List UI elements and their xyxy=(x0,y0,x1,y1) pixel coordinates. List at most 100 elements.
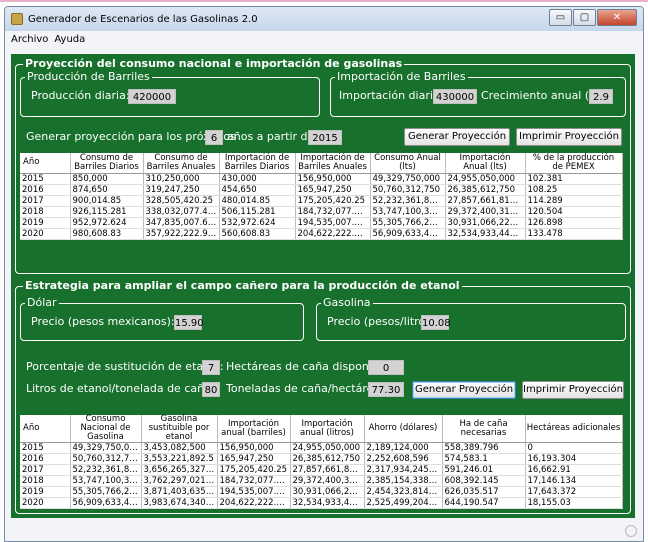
crecimiento-anual-input[interactable]: 2.9 xyxy=(589,89,613,104)
table-cell: 204,622,222.906 xyxy=(217,497,291,509)
produccion-legend: Producción de Barriles xyxy=(25,70,152,84)
table-row[interactable]: 201955,305,766,221....3,871,403,635.5111… xyxy=(20,486,623,498)
column-header[interactable]: Importación Anual (lts) xyxy=(445,153,526,174)
menu-archivo[interactable]: Archivo xyxy=(11,34,48,45)
column-header[interactable]: Importación anual (litros) xyxy=(290,415,365,443)
table-cell: 55,305,766,221.... xyxy=(70,486,142,498)
table-row[interactable]: 2015 49,329,750,000 3,453,082,500 156,950,0… xyxy=(20,442,623,454)
column-header[interactable]: Consumo de Barriles Anuales xyxy=(143,153,220,174)
column-header[interactable]: % de la producción de PEMEX xyxy=(525,153,623,174)
table-cell: 204,622,222.906 xyxy=(295,228,371,240)
table-cell: 2016 xyxy=(20,184,71,196)
dolar-legend: Dólar xyxy=(25,296,59,310)
table-cell: 328,505,420.25 xyxy=(143,195,220,207)
table-cell: 165,947,250 xyxy=(295,184,371,196)
projection-section-title: Proyección del consumo nacional e import… xyxy=(23,57,405,71)
table-row[interactable]: 2015 850,000 310,250,000 430,000 156,950,000… xyxy=(20,173,623,185)
table-cell: 2016 xyxy=(20,453,71,465)
column-header[interactable]: Importación de Barriles Anuales xyxy=(295,153,371,174)
close-button[interactable]: ✕ xyxy=(597,9,637,26)
table-cell: 52,232,361,819.75 xyxy=(70,464,142,476)
column-header[interactable]: Consumo Anual (lts) xyxy=(370,153,446,174)
imprimir-proyeccion-button-2[interactable]: Imprimir Proyección xyxy=(522,381,624,399)
title-bar[interactable]: Generador de Escenarios de las Gasolinas… xyxy=(5,7,643,31)
table-row[interactable]: 2016 50,760,312,750 3,553,221,892.5 165,947… xyxy=(20,453,623,465)
column-header[interactable]: Importación anual (barriles) xyxy=(217,415,291,443)
table-row[interactable]: 2016 874,650 319,247,250 454,650 165,947,250… xyxy=(20,184,623,196)
table-cell: 560,608.83 xyxy=(219,228,296,240)
column-header[interactable]: Consumo de Barriles Diarios xyxy=(70,153,144,174)
top-accent-line xyxy=(0,0,648,2)
hectareas-input[interactable]: 0 xyxy=(368,360,404,375)
maximize-button[interactable]: ▢ xyxy=(573,9,596,26)
table-row[interactable]: 202056,909,633,442....3,983,674,340.9412… xyxy=(20,497,623,509)
table-cell: 53,747,100,312.... xyxy=(70,475,142,487)
generar-proyeccion-button-2[interactable]: Generar Proyección xyxy=(412,381,516,399)
column-header[interactable]: Consumo Nacional de Gasolina xyxy=(70,415,142,443)
column-header[interactable]: Hectáreas adicionales xyxy=(525,415,623,443)
table-row[interactable]: 201752,232,361,819.753,656,265,327.38317… xyxy=(20,464,623,476)
column-header[interactable]: Ahorro (dólares) xyxy=(364,415,443,443)
table-cell: 357,922,222.906 xyxy=(143,228,220,240)
table-cell: 133.478 xyxy=(525,228,623,240)
table-cell: 175,205,420.25 xyxy=(217,464,291,476)
column-header[interactable]: Ha de caña necesarias xyxy=(442,415,526,443)
table-row[interactable]: 2018 926,115.281 338,032,077.437 506,115.28… xyxy=(20,206,623,218)
imprimir-proyeccion-button-1[interactable]: Imprimir Proyección xyxy=(516,128,622,146)
table-cell: 874,650 xyxy=(70,184,144,196)
column-header[interactable]: Gasolina sustituible por etanol xyxy=(141,415,218,443)
table-cell: 126.898 xyxy=(525,217,623,229)
table-cell: 980,608.83 xyxy=(70,228,144,240)
resize-grip[interactable] xyxy=(625,525,637,537)
generar-proyeccion-button-1[interactable]: Generar Proyección xyxy=(404,128,510,146)
produccion-diaria-input[interactable]: 420000 xyxy=(128,89,176,104)
column-header[interactable]: Año xyxy=(20,415,71,443)
table-row[interactable]: 2020 980,608.83 357,922,222.906 560,608.83 2… xyxy=(20,228,623,240)
sustitucion-label: Porcentaje de sustitución de etanol: xyxy=(26,360,224,373)
column-header[interactable]: Importación de Barriles Diarios xyxy=(219,153,296,174)
table-cell: 558,389.796 xyxy=(442,442,526,454)
gasolina-precio-input[interactable]: 10.08 xyxy=(421,315,451,330)
table-cell: 2018 xyxy=(20,206,71,218)
years-input[interactable]: 6 xyxy=(205,130,223,145)
table-cell: 2018 xyxy=(20,475,71,487)
toneladas-label: Toneladas de caña/hectárea: xyxy=(226,382,384,395)
sustitucion-input[interactable]: 7 xyxy=(202,360,220,375)
table-cell: 175,205,420.25 xyxy=(295,195,371,207)
table-cell: 2015 xyxy=(20,442,71,454)
column-header[interactable]: Año xyxy=(20,153,71,174)
table-cell: 24,955,050,000 xyxy=(290,442,365,454)
table-cell: 194,535,007.683 xyxy=(295,217,371,229)
litros-input[interactable]: 80 xyxy=(202,382,220,397)
table-cell: 454,650 xyxy=(219,184,296,196)
table-cell: 644,190.547 xyxy=(442,497,526,509)
minimize-button[interactable]: ▭ xyxy=(549,9,572,26)
table-row[interactable]: 201853,747,100,312....3,762,297,021.8771… xyxy=(20,475,623,487)
etanol-section: Estrategia para ampliar el campo cañero … xyxy=(15,279,631,514)
toneladas-input[interactable]: 77.30 xyxy=(368,382,404,397)
table-cell: 574,583.1 xyxy=(442,453,526,465)
table-cell: 194,535,007.683 xyxy=(217,486,291,498)
main-content: Proyección del consumo nacional e import… xyxy=(5,47,643,541)
table-cell: 3,553,221,892.5 xyxy=(141,453,218,465)
table-cell: 184,732,077.437 xyxy=(217,475,291,487)
menu-ayuda[interactable]: Ayuda xyxy=(54,34,85,45)
table-cell: 27,857,661,819.75 xyxy=(445,195,526,207)
table-cell: 952,972.624 xyxy=(70,217,144,229)
table-cell: 608,392.145 xyxy=(442,475,526,487)
table-cell: 591,246.01 xyxy=(442,464,526,476)
start-year-input[interactable]: 2015 xyxy=(308,130,342,145)
table-row[interactable]: 2019 952,972.624 347,835,007.683 532,972.62… xyxy=(20,217,623,229)
table-cell: 2015 xyxy=(20,173,71,185)
table-cell: 926,115.281 xyxy=(70,206,144,218)
table-cell: 2017 xyxy=(20,464,71,476)
table-cell: 480,014.85 xyxy=(219,195,296,207)
table-cell: 310,250,000 xyxy=(143,173,220,185)
importacion-diaria-input[interactable]: 430000 xyxy=(433,89,477,104)
dolar-precio-input[interactable]: 15.90 xyxy=(174,315,204,330)
projection-section: Proyección del consumo nacional e import… xyxy=(15,57,631,274)
table-cell: 3,656,265,327.383 xyxy=(141,464,218,476)
table-row[interactable]: 2017 900,014.85 328,505,420.25 480,014.85 17… xyxy=(20,195,623,207)
app-icon xyxy=(11,13,23,25)
gasolina-label: Precio (pesos/litro): xyxy=(327,315,434,328)
